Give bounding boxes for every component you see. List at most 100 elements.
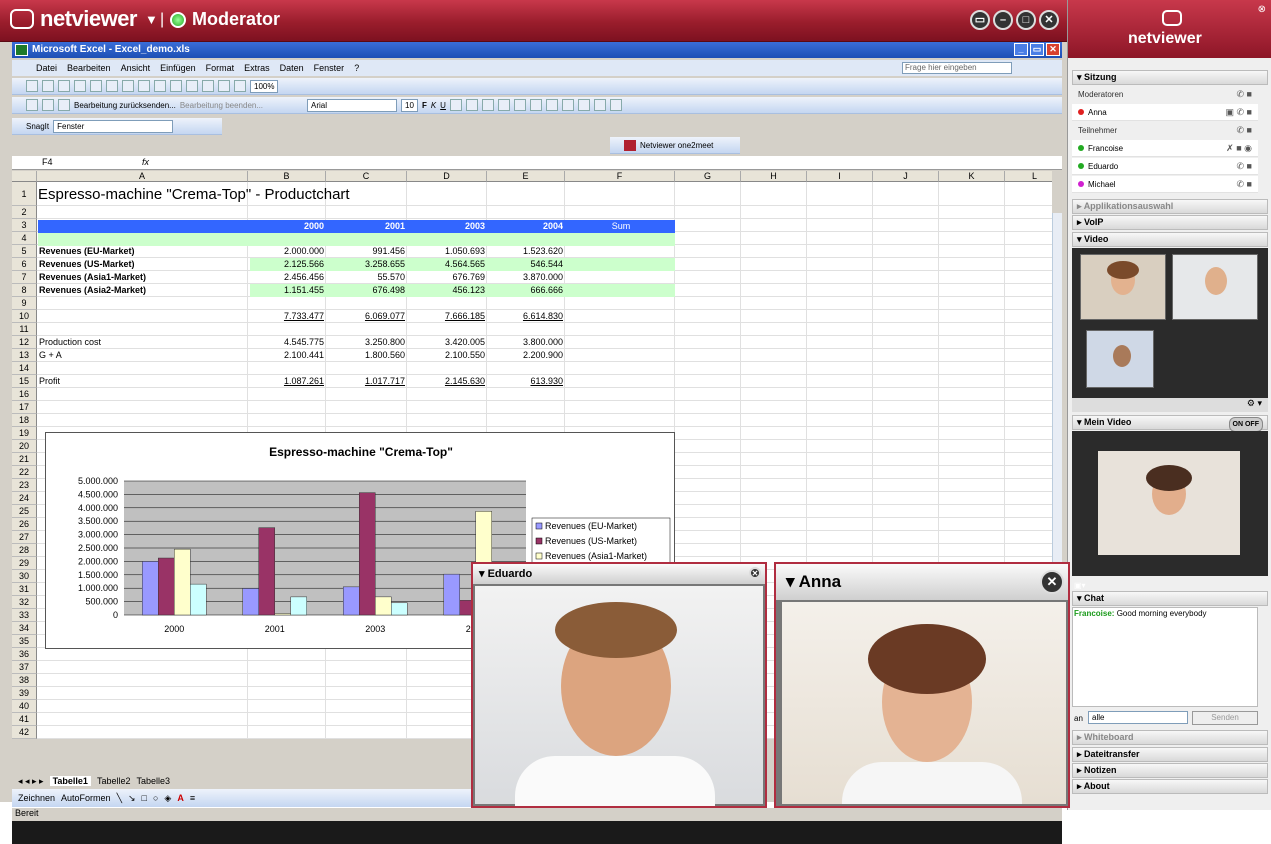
row-header[interactable]: 33 <box>12 609 37 622</box>
section-whiteboard[interactable]: ▸ Whiteboard <box>1072 730 1268 745</box>
video-popup-eduardo[interactable]: ▾ Eduardo ✕ <box>471 562 767 808</box>
column-header[interactable]: H <box>741 171 807 182</box>
row-header[interactable]: 23 <box>12 479 37 492</box>
close-icon[interactable]: ✕ <box>749 567 761 579</box>
row-header[interactable]: 17 <box>12 401 37 414</box>
row-header[interactable]: 32 <box>12 596 37 609</box>
row-header[interactable]: 22 <box>12 466 37 479</box>
one2meet-button[interactable]: Netviewer one2meet <box>640 141 713 150</box>
section-voip[interactable]: ▸ VoIP <box>1072 215 1268 230</box>
year-header[interactable]: 2001 <box>328 220 409 233</box>
snagit-button[interactable]: SnagIt <box>26 122 49 131</box>
row-header[interactable]: 7 <box>12 271 37 284</box>
close-icon[interactable]: ✕ <box>1046 43 1060 56</box>
row-header[interactable]: 9 <box>12 297 37 310</box>
restore-icon[interactable]: ▭ <box>970 10 990 30</box>
row-header[interactable]: 35 <box>12 635 37 648</box>
row-label-cell[interactable]: Revenues (Asia2-Market) <box>39 284 249 297</box>
redo-icon[interactable] <box>186 80 198 92</box>
align-right-icon[interactable] <box>481 99 494 111</box>
row-header[interactable]: 40 <box>12 700 37 713</box>
row-header[interactable]: 41 <box>12 713 37 726</box>
menu-item[interactable]: Datei <box>36 63 57 73</box>
fill-color-icon[interactable] <box>593 99 606 111</box>
save-icon[interactable] <box>58 80 70 92</box>
menu-item[interactable]: Fenster <box>314 63 345 73</box>
sum-header[interactable]: Sum <box>567 220 675 233</box>
value-cell[interactable]: 7.666.185 <box>409 310 489 323</box>
euro-icon[interactable] <box>545 99 558 111</box>
font-size-select[interactable]: 10 <box>401 98 418 112</box>
video-settings-icon[interactable]: ⚙ ▾ <box>1072 398 1268 412</box>
panel-close-icon[interactable]: ⊗ <box>1258 4 1266 15</box>
video-toggle[interactable]: ON OFF <box>1228 417 1263 432</box>
row-header[interactable]: 21 <box>12 453 37 466</box>
section-chat[interactable]: ▾ Chat <box>1072 591 1268 606</box>
menu-item[interactable]: Format <box>206 63 235 73</box>
value-cell[interactable]: 3.420.005 <box>409 336 489 349</box>
value-cell[interactable]: 4.564.565 <box>409 258 489 271</box>
recipient-select[interactable]: alle <box>1088 711 1188 724</box>
indent-icon[interactable] <box>561 99 574 111</box>
column-header[interactable]: E <box>487 171 565 182</box>
year-header[interactable]: 2003 <box>409 220 489 233</box>
row-header[interactable]: 25 <box>12 505 37 518</box>
fill-icon[interactable]: ◈ <box>164 793 171 804</box>
column-header[interactable]: J <box>873 171 939 182</box>
name-box[interactable]: F4 <box>42 157 53 167</box>
spell-icon[interactable] <box>106 80 118 92</box>
sum-icon[interactable] <box>202 80 214 92</box>
section-notes[interactable]: ▸ Notizen <box>1072 763 1268 778</box>
video-menu-icon[interactable]: ▣▾ <box>1074 581 1086 590</box>
row-header[interactable]: 15 <box>12 375 37 388</box>
value-cell[interactable]: 2.000.000 <box>250 245 328 258</box>
row-header[interactable]: 37 <box>12 661 37 674</box>
value-cell[interactable]: 3.870.000 <box>489 271 567 284</box>
section-my-video[interactable]: ▾ Mein Video ON OFF <box>1072 415 1268 432</box>
maximize-icon[interactable]: □ <box>1016 10 1036 30</box>
reviewing-icon[interactable] <box>26 99 38 111</box>
video-thumb-michael[interactable] <box>1086 330 1154 388</box>
menu-item[interactable]: Bearbeiten <box>67 63 111 73</box>
sort-icon[interactable] <box>218 80 230 92</box>
value-cell[interactable]: 1.523.620 <box>489 245 567 258</box>
row-header[interactable]: 27 <box>12 531 37 544</box>
value-cell[interactable]: 1.050.693 <box>409 245 489 258</box>
row-header[interactable]: 8 <box>12 284 37 297</box>
column-header[interactable]: F <box>565 171 675 182</box>
row-header[interactable]: 3 <box>12 219 37 232</box>
row-header[interactable]: 26 <box>12 518 37 531</box>
tab-tabelle1[interactable]: Tabelle1 <box>49 776 91 786</box>
arrow-icon[interactable]: ↘ <box>128 793 136 804</box>
column-header[interactable]: L <box>1005 171 1052 182</box>
value-cell[interactable]: 456.123 <box>409 284 489 297</box>
value-cell[interactable]: 2.125.566 <box>250 258 328 271</box>
tab-tabelle2[interactable]: Tabelle2 <box>97 776 131 786</box>
open-icon[interactable] <box>42 80 54 92</box>
align-center-icon[interactable] <box>465 99 478 111</box>
row-label-cell[interactable]: Revenues (US-Market) <box>39 258 249 271</box>
value-cell[interactable]: 2.145.630 <box>409 375 489 388</box>
row-header[interactable]: 24 <box>12 492 37 505</box>
row-header[interactable]: 18 <box>12 414 37 427</box>
section-video[interactable]: ▾ Video <box>1072 232 1268 247</box>
minimize-icon[interactable]: _ <box>1014 43 1028 56</box>
underline-button[interactable]: U <box>440 101 446 110</box>
close-icon[interactable]: ✕ <box>1039 10 1059 30</box>
cut-icon[interactable] <box>122 80 134 92</box>
autoshapes-button[interactable]: AutoFormen <box>61 793 111 803</box>
tab-tabelle3[interactable]: Tabelle3 <box>136 776 170 786</box>
row-header[interactable]: 42 <box>12 726 37 739</box>
row-header[interactable]: 2 <box>12 206 37 219</box>
menu-item[interactable]: Einfügen <box>160 63 196 73</box>
line-style-icon[interactable]: ≡ <box>190 793 195 803</box>
participant-icons[interactable]: ▣ ✆ ■ <box>1226 104 1252 121</box>
row-label-cell[interactable]: Revenues (EU-Market) <box>39 245 249 258</box>
section-session[interactable]: ▾ Sitzung <box>1072 70 1268 85</box>
participant-row[interactable]: Francoise ✗ ■ ◉ <box>1072 140 1258 157</box>
row-header[interactable]: 20 <box>12 440 37 453</box>
help-search-input[interactable]: Frage hier eingeben <box>902 62 1012 74</box>
vertical-scrollbar[interactable] <box>1052 213 1062 603</box>
value-cell[interactable]: 6.614.830 <box>489 310 567 323</box>
video-popup-anna[interactable]: ▾ Anna ✕ <box>774 562 1070 808</box>
